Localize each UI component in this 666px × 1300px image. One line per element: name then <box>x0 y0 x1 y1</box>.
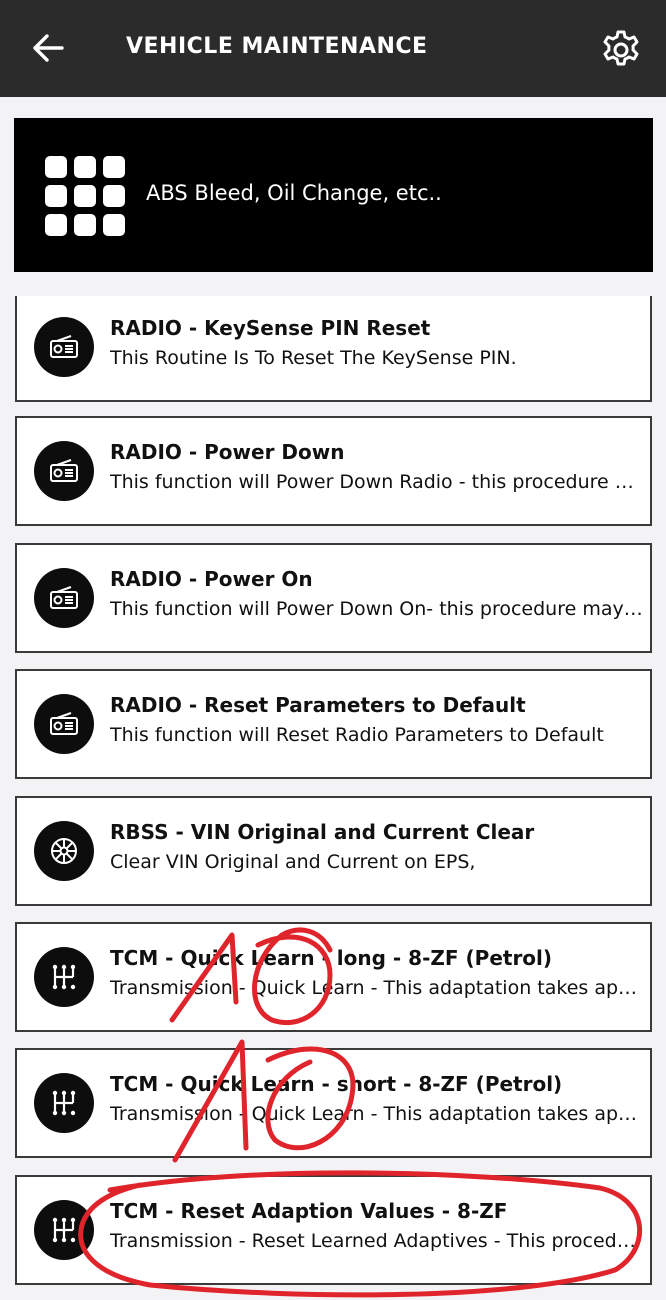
category-card[interactable]: ABS Bleed, Oil Change, etc.. <box>14 118 653 272</box>
routine-description: Transmission - Reset Learned Adaptives -… <box>110 1230 643 1252</box>
routine-title: RADIO - Reset Parameters to Default <box>110 693 526 717</box>
gear-shift-icon <box>34 1200 94 1260</box>
routine-title: TCM - Quick Learn - short - 8-ZF (Petrol… <box>110 1072 563 1096</box>
list-item[interactable]: RADIO - Power Down This function will Po… <box>15 416 652 526</box>
list-item[interactable]: TCM - Quick Learn - long - 8-ZF (Petrol)… <box>15 922 652 1032</box>
list-item[interactable]: TCM - Reset Adaption Values - 8-ZF Trans… <box>15 1175 652 1285</box>
top-app-bar: VEHICLE MAINTENANCE <box>0 0 666 97</box>
steering-wheel-icon <box>34 821 94 881</box>
list-item[interactable]: RADIO - KeySense PIN Reset This Routine … <box>15 296 652 402</box>
back-button[interactable] <box>28 28 68 68</box>
routine-list[interactable]: RADIO - KeySense PIN Reset This Routine … <box>0 296 666 1300</box>
routine-description: Clear VIN Original and Current on EPS, <box>110 851 476 873</box>
list-item[interactable]: RADIO - Power On This function will Powe… <box>15 543 652 653</box>
routine-title: TCM - Reset Adaption Values - 8-ZF <box>110 1199 508 1223</box>
routine-title: RADIO - Power Down <box>110 440 345 464</box>
routine-description: This function will Power Down Radio - th… <box>110 471 643 493</box>
radio-icon <box>34 568 94 628</box>
routine-title: TCM - Quick Learn - long - 8-ZF (Petrol) <box>110 946 553 970</box>
list-item[interactable]: RBSS - VIN Original and Current Clear Cl… <box>15 796 652 906</box>
category-description: ABS Bleed, Oil Change, etc.. <box>146 181 442 205</box>
gear-shift-icon <box>34 1073 94 1133</box>
routine-description: This function will Reset Radio Parameter… <box>110 724 604 746</box>
list-item[interactable]: RADIO - Reset Parameters to Default This… <box>15 669 652 779</box>
gear-icon <box>603 30 639 66</box>
settings-button[interactable] <box>598 27 644 73</box>
routine-description: This Routine Is To Reset The KeySense PI… <box>110 347 517 369</box>
routine-description: This function will Power Down On- this p… <box>110 598 643 620</box>
routine-title: RADIO - Power On <box>110 567 313 591</box>
list-item[interactable]: TCM - Quick Learn - short - 8-ZF (Petrol… <box>15 1048 652 1158</box>
grid-icon <box>45 156 125 236</box>
page-title: VEHICLE MAINTENANCE <box>126 34 428 59</box>
routine-title: RADIO - KeySense PIN Reset <box>110 316 431 340</box>
radio-icon <box>34 441 94 501</box>
radio-icon <box>34 317 94 377</box>
arrow-left-icon <box>33 34 64 62</box>
radio-icon <box>34 694 94 754</box>
gear-shift-icon <box>34 947 94 1007</box>
routine-title: RBSS - VIN Original and Current Clear <box>110 820 535 844</box>
routine-description: Transmission - Quick Learn - This adapta… <box>110 977 643 999</box>
routine-description: Transmission - Quick Learn - This adapta… <box>110 1103 643 1125</box>
